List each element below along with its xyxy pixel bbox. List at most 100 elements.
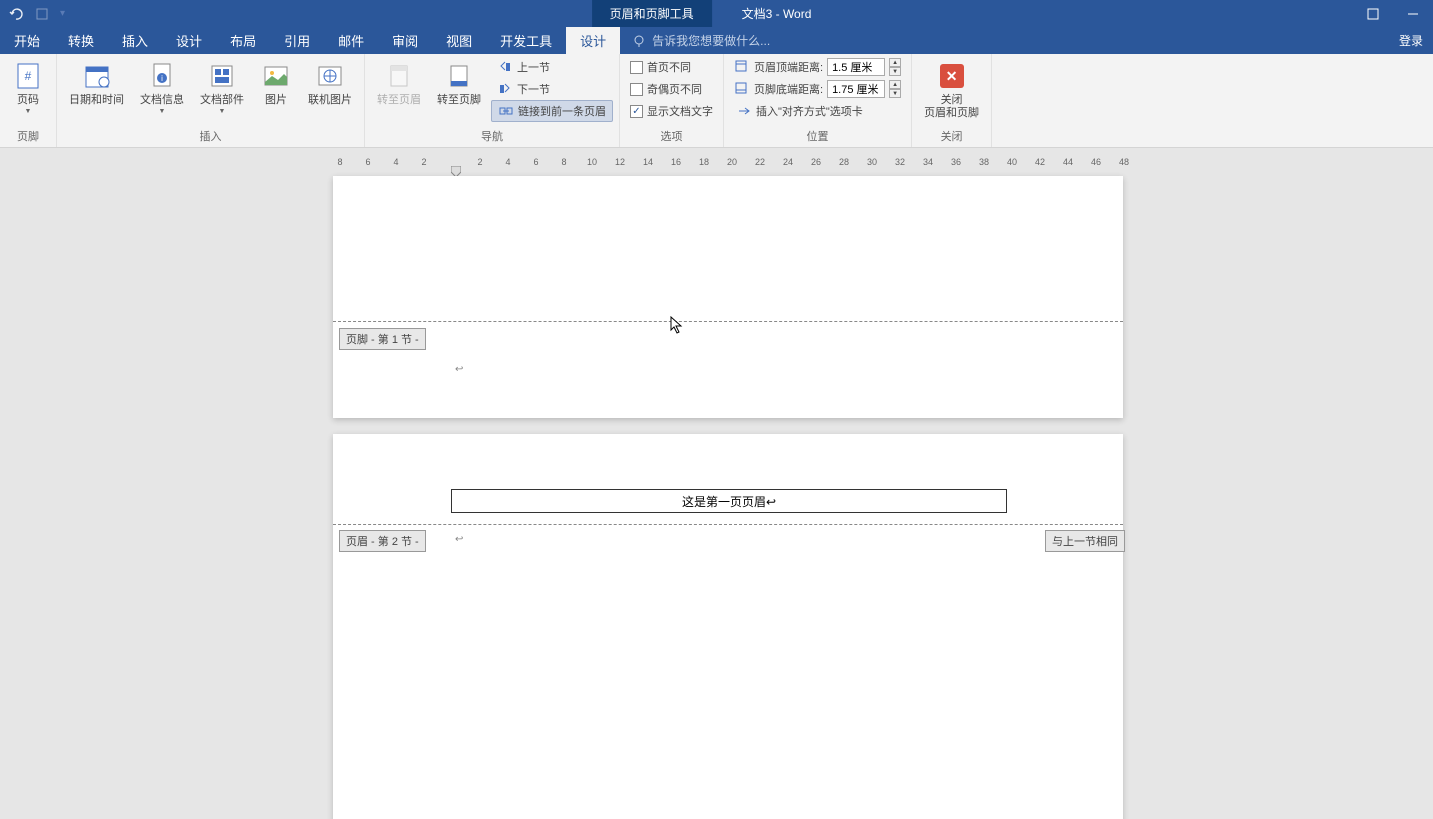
- ruler-tick: 8: [557, 157, 571, 167]
- tab-review[interactable]: 审阅: [378, 27, 432, 54]
- document-info-icon: i: [146, 60, 178, 92]
- ruler-tick: 6: [361, 157, 375, 167]
- ribbon-group-close: ✕ 关闭 页眉和页脚 关闭: [912, 54, 992, 147]
- spinner-up-button[interactable]: ▲: [889, 58, 901, 67]
- online-picture-button[interactable]: 联机图片: [302, 56, 358, 111]
- online-picture-icon: [314, 60, 346, 92]
- ruler-tick: 34: [921, 157, 935, 167]
- page-number-icon: #: [12, 60, 44, 92]
- titlebar: ▾ 页眉和页脚工具 文档3 - Word: [0, 0, 1433, 27]
- docparts-button[interactable]: 文档部件 ▼: [194, 56, 250, 119]
- ruler-tick: 20: [725, 157, 739, 167]
- dropdown-arrow-icon: ▼: [219, 108, 226, 115]
- ruler-tick: 16: [669, 157, 683, 167]
- header-text-box[interactable]: 这是第一页页眉↩: [451, 489, 1007, 513]
- ruler-tick: 18: [697, 157, 711, 167]
- insert-alignment-tab-button[interactable]: 插入"对齐方式"选项卡: [730, 100, 905, 122]
- next-section-button[interactable]: 下一节: [491, 78, 613, 100]
- datetime-button[interactable]: 日期和时间: [63, 56, 130, 111]
- spinner-down-button[interactable]: ▼: [889, 89, 901, 98]
- picture-icon: [260, 60, 292, 92]
- header-boundary-line: [333, 524, 1123, 525]
- first-page-different-checkbox[interactable]: 首页不同: [626, 56, 717, 78]
- footer-section-tag: 页脚 - 第 1 节 -: [339, 328, 426, 350]
- login-link[interactable]: 登录: [1389, 27, 1433, 54]
- ribbon-group-options: 首页不同 奇偶页不同 ✓ 显示文档文字 选项: [620, 54, 724, 147]
- prev-section-button[interactable]: 上一节: [491, 56, 613, 78]
- show-document-text-checkbox[interactable]: ✓ 显示文档文字: [626, 100, 717, 122]
- tab-view[interactable]: 视图: [432, 27, 486, 54]
- tab-design[interactable]: 设计: [162, 27, 216, 54]
- header-section-tag: 页眉 - 第 2 节 -: [339, 530, 426, 552]
- page-2[interactable]: 这是第一页页眉↩ 页眉 - 第 2 节 - 与上一节相同 ↩: [333, 434, 1123, 819]
- dropdown-arrow-icon: ▼: [159, 108, 166, 115]
- ruler-tick: 30: [865, 157, 879, 167]
- ribbon-display-options-icon[interactable]: [1353, 0, 1393, 27]
- footer-distance-input[interactable]: [827, 80, 885, 98]
- ruler-tick: 48: [1117, 157, 1131, 167]
- ruler-tick: 4: [501, 157, 515, 167]
- repeat-icon[interactable]: [34, 6, 50, 22]
- tab-hf-design[interactable]: 设计: [566, 27, 620, 54]
- minimize-icon[interactable]: [1393, 0, 1433, 27]
- close-icon: ✕: [936, 60, 968, 92]
- checkbox-checked-icon: ✓: [630, 105, 643, 118]
- ruler-tick: 26: [809, 157, 823, 167]
- lightbulb-icon: [632, 34, 646, 48]
- ruler-tick: 22: [753, 157, 767, 167]
- tab-insert[interactable]: 插入: [108, 27, 162, 54]
- tab-convert[interactable]: 转换: [54, 27, 108, 54]
- ruler-tick: 2: [473, 157, 487, 167]
- calendar-icon: [81, 60, 113, 92]
- tab-developer[interactable]: 开发工具: [486, 27, 566, 54]
- ribbon-group-footer: # 页码 ▼ 页脚: [0, 54, 57, 147]
- prev-section-icon: [497, 59, 513, 75]
- document-workspace: 8642246810121416182022242628303234363840…: [0, 148, 1433, 819]
- svg-text:#: #: [25, 69, 32, 83]
- tab-home[interactable]: 开始: [0, 27, 54, 54]
- goto-header-button: 转至页眉: [371, 56, 427, 111]
- tab-references[interactable]: 引用: [270, 27, 324, 54]
- ribbon-group-navigation: 转至页眉 转至页脚 上一节 下一节 链接到前一条页眉: [365, 54, 620, 147]
- link-to-previous-button[interactable]: 链接到前一条页眉: [491, 100, 613, 122]
- ruler-tick: 36: [949, 157, 963, 167]
- ruler-tick: 38: [977, 157, 991, 167]
- ruler-tick: 2: [417, 157, 431, 167]
- tell-me-search[interactable]: 告诉我您想要做什么...: [620, 27, 782, 54]
- footer-distance-icon: [734, 81, 750, 97]
- ruler-tick: 8: [333, 157, 347, 167]
- picture-button[interactable]: 图片: [254, 56, 298, 111]
- odd-even-different-checkbox[interactable]: 奇偶页不同: [626, 78, 717, 100]
- header-distance-icon: [734, 59, 750, 75]
- ruler-tick: 44: [1061, 157, 1075, 167]
- ribbon: # 页码 ▼ 页脚 日期和时间 i 文档信息 ▼ 文档部件 ▼: [0, 54, 1433, 148]
- spinner-down-button[interactable]: ▼: [889, 67, 901, 76]
- paragraph-mark: ↩: [455, 364, 463, 375]
- document-title: 文档3 - Word: [712, 0, 842, 27]
- tell-me-label: 告诉我您想要做什么...: [652, 32, 770, 49]
- next-section-icon: [497, 81, 513, 97]
- ribbon-group-position: 页眉顶端距离: ▲ ▼ 页脚底端距离: ▲ ▼: [724, 54, 912, 147]
- close-header-footer-button[interactable]: ✕ 关闭 页眉和页脚: [918, 56, 985, 124]
- alignment-tab-icon: [736, 103, 752, 119]
- checkbox-unchecked-icon: [630, 83, 643, 96]
- goto-footer-button[interactable]: 转至页脚: [431, 56, 487, 111]
- ruler-tick: 6: [529, 157, 543, 167]
- qat-separator: ▾: [60, 8, 65, 19]
- spinner-up-button[interactable]: ▲: [889, 80, 901, 89]
- tab-mailings[interactable]: 邮件: [324, 27, 378, 54]
- docinfo-button[interactable]: i 文档信息 ▼: [134, 56, 190, 119]
- undo-icon[interactable]: [8, 6, 24, 22]
- ruler-tick: 32: [893, 157, 907, 167]
- header-distance-input[interactable]: [827, 58, 885, 76]
- ruler-tick: 40: [1005, 157, 1019, 167]
- tab-layout[interactable]: 布局: [216, 27, 270, 54]
- goto-footer-icon: [443, 60, 475, 92]
- page-1[interactable]: 页脚 - 第 1 节 - ↩: [333, 176, 1123, 418]
- link-icon: [498, 103, 514, 119]
- checkbox-unchecked-icon: [630, 61, 643, 74]
- goto-header-icon: [383, 60, 415, 92]
- dropdown-arrow-icon: ▼: [25, 108, 32, 115]
- page-number-button[interactable]: # 页码 ▼: [6, 56, 50, 119]
- svg-text:i: i: [161, 74, 163, 83]
